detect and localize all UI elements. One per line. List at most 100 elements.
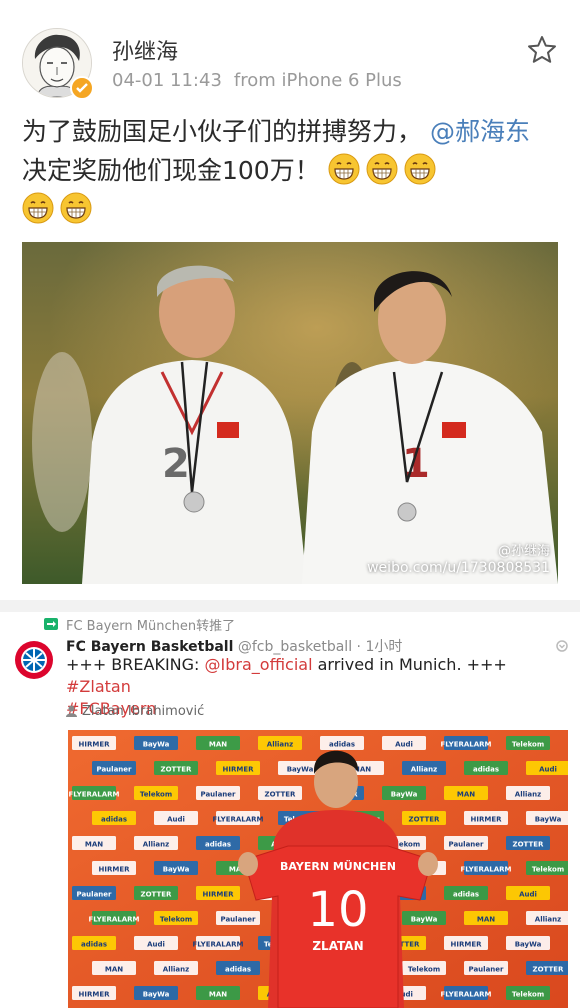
grin-emoji-icon [60,192,92,224]
sponsor-label: HIRMER [79,741,111,749]
user-icon [66,705,77,717]
sponsor-label: HIRMER [471,816,503,824]
tweet-author-handle[interactable]: @fcb_basketball [238,639,352,655]
post-source: from iPhone 6 Plus [233,70,402,91]
sponsor-label: FLYERALARM [192,941,243,949]
sponsor-label: HIRMER [79,991,111,999]
sponsor-label: Paulaner [469,966,505,974]
sponsor-label: ZOTTER [265,791,297,799]
sponsor-label: MAN [209,741,227,749]
sponsor-label: FLYERALARM [440,991,491,999]
sponsor-label: HIRMER [203,891,235,899]
tweet-body-prefix: +++ BREAKING: [66,655,205,674]
sponsor-label: HIRMER [451,941,483,949]
tweet-header: FC Bayern Basketball @fcb_basketball · 1… [66,636,402,656]
sponsor-label: BayWa [535,816,562,824]
shirt-club-name: BAYERN MÜNCHEN [280,859,396,873]
sponsor-label: ZOTTER [141,891,173,899]
sponsor-label: Telekom [408,966,440,974]
tweet-author-name[interactable]: FC Bayern Basketball [66,639,233,655]
photo-watermark: @孙继海 weibo.com/u/1730808531 [367,544,550,576]
sponsor-label: Telekom [160,916,192,924]
sponsor-label: MAN [209,991,227,999]
tweet-time: · 1小时 [356,639,403,655]
sponsor-label: FLYERALARM [68,791,119,799]
shirt-player-name: ZLATAN [312,939,363,953]
sponsor-label: Audi [519,891,537,899]
watermark-url: weibo.com/u/1730808531 [367,560,550,576]
svg-text:2: 2 [162,441,190,487]
sponsor-label: BayWa [143,741,170,749]
tweet-photo[interactable]: HIRMER BayWa MAN Allianz adidas Audi FLYERALAR… [68,730,568,1008]
sponsor-label: MAN [477,916,495,924]
sponsor-label: BayWa [143,991,170,999]
star-icon[interactable] [526,34,558,66]
sponsor-label: HIRMER [99,866,131,874]
post-photo[interactable]: 2 1 @孙继海 weibo.com/u/1730808531 [22,242,558,584]
watermark-name: @孙继海 [497,544,550,559]
sponsor-label: Paulaner [449,841,485,849]
tweet-body-middle: arrived in Munich. +++ [312,655,507,674]
hashtag-zlatan[interactable]: #Zlatan [66,677,131,696]
sponsor-label: ZOTTER [161,766,193,774]
post-meta: 04-01 11:43 from iPhone 6 Plus [112,70,402,91]
sponsor-label: adidas [81,941,107,949]
sponsor-label: FLYERALARM [88,916,139,924]
post-text-part2: 决定奖励他们现金100万！ [22,156,320,185]
sponsor-label: adidas [473,766,499,774]
sponsor-label: BayWa [287,766,314,774]
sponsor-label: MAN [457,791,475,799]
grin-emoji-icon [328,153,360,185]
weibo-post: 孙继海 04-01 11:43 from iPhone 6 Plus 为了鼓励国足… [0,0,580,600]
sponsor-label: ZOTTER [513,841,545,849]
sponsor-label: Telekom [512,991,544,999]
sponsor-label: ZOTTER [533,966,565,974]
sponsor-label: Allianz [163,966,189,974]
sponsor-label: Paulaner [201,791,237,799]
sponsor-label: adidas [453,891,479,899]
sponsor-label: Paulaner [221,916,257,924]
sponsor-label: ZOTTER [409,816,441,824]
verified-badge-icon [70,76,94,100]
sponsor-label: Telekom [140,791,172,799]
sponsor-label: Telekom [512,741,544,749]
sponsor-label: Allianz [143,841,169,849]
more-options-icon[interactable] [556,640,568,652]
sponsor-label: BayWa [163,866,190,874]
emoji-group-inline [328,153,442,185]
tagged-user[interactable]: Zlatan Ibrahimović [66,704,204,719]
card-divider [0,600,580,612]
emoji-group-row [22,190,558,229]
username[interactable]: 孙继海 [112,34,178,66]
sponsor-label: Paulaner [77,891,113,899]
sponsor-label: MAN [105,966,123,974]
sponsor-label: Allianz [515,791,541,799]
tagged-user-name: Zlatan Ibrahimović [82,704,205,719]
sponsor-label: BayWa [391,791,418,799]
sponsor-label: Audi [167,816,185,824]
post-timestamp: 04-01 11:43 [112,70,222,91]
shirt-number: 10 [307,882,368,938]
post-text: 为了鼓励国足小伙子们的拼搏努力， @郝海东 决定奖励他们现金100万！ [22,112,558,229]
embedded-tweet: FC Bayern München转推了 FC Bayern Basketbal… [0,612,580,1008]
sponsor-label: Allianz [411,766,437,774]
post-text-part1: 为了鼓励国足小伙子们的拼搏努力， [22,117,423,146]
retweet-label: FC Bayern München转推了 [66,619,236,634]
sponsor-label: FLYERALARM [440,741,491,749]
bayern-logo-icon[interactable] [14,640,54,680]
sponsor-label: Allianz [267,741,293,749]
sponsor-label: adidas [101,816,127,824]
grin-emoji-icon [22,192,54,224]
sponsor-label: Audi [395,741,413,749]
sponsor-label: Audi [539,766,557,774]
mention-link[interactable]: @郝海东 [430,117,530,146]
sponsor-label: BayWa [515,941,542,949]
sponsor-label: Audi [147,941,165,949]
grin-emoji-icon [366,153,398,185]
tweet-mention-link[interactable]: @Ibra_official [205,655,313,674]
sponsor-label: BayWa [411,916,438,924]
sponsor-label: FLYERALARM [460,866,511,874]
grin-emoji-icon [404,153,436,185]
sponsor-label: FLYERALARM [212,816,263,824]
sponsor-label: Paulaner [97,766,133,774]
